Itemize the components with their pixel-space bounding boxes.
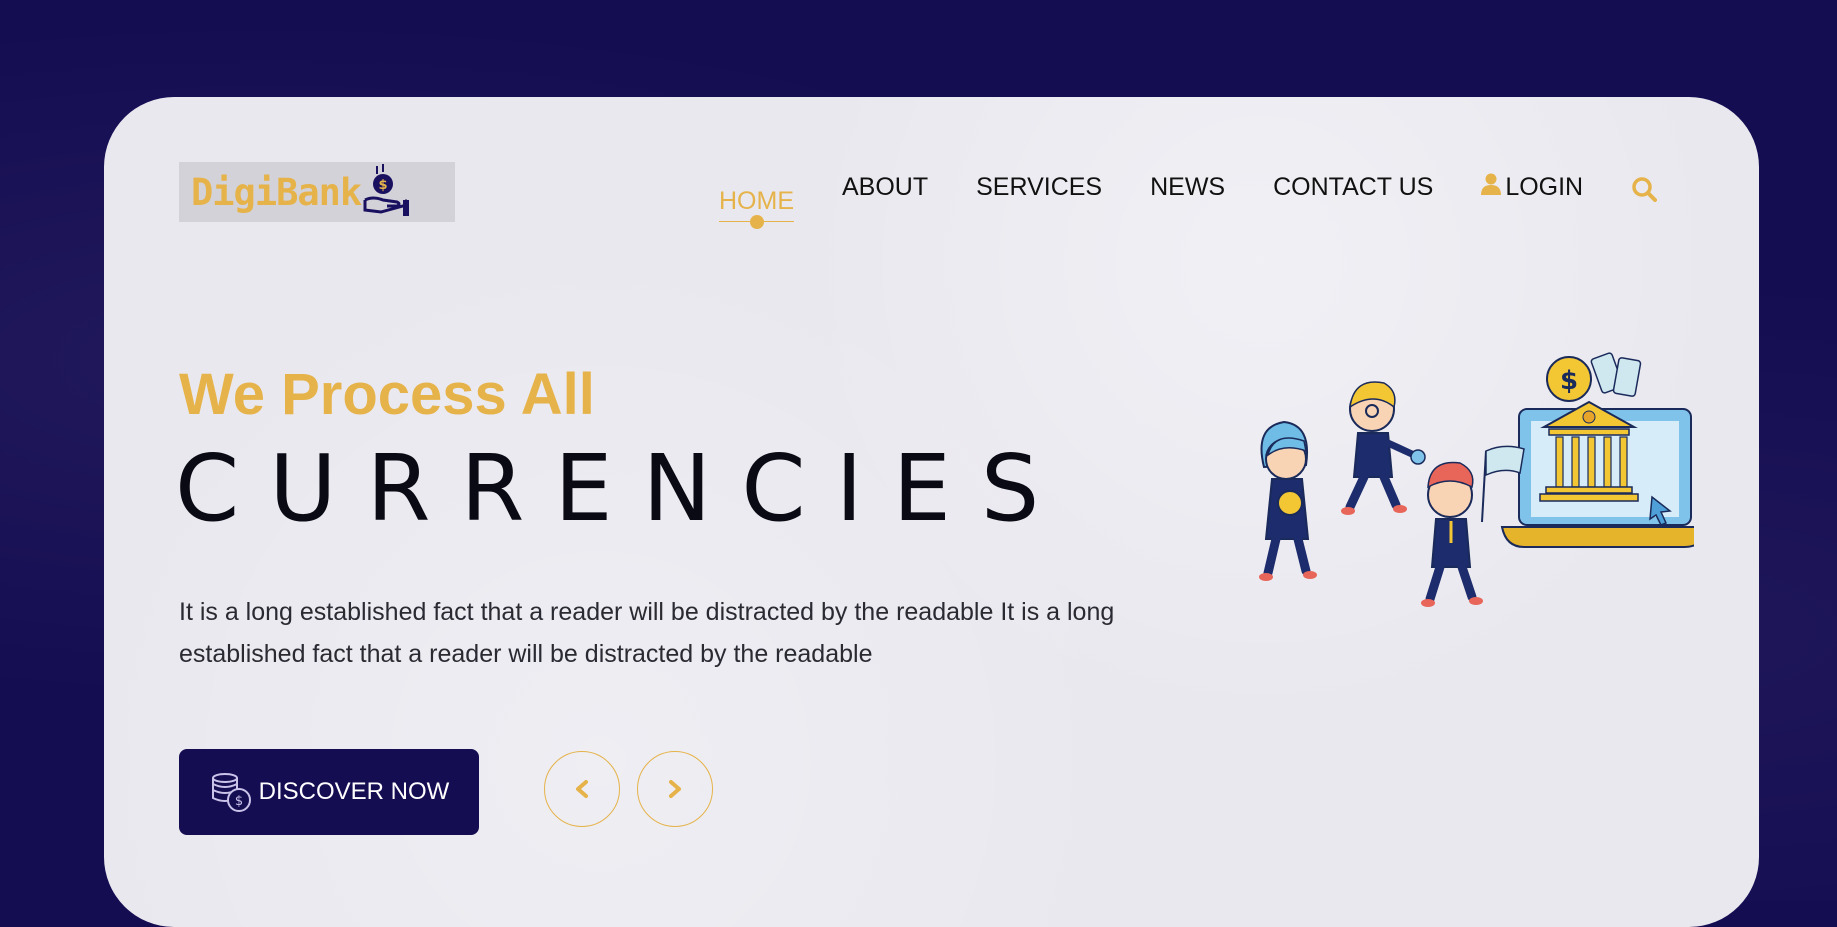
nav-active-dot	[749, 215, 764, 229]
nav-home[interactable]: HOME	[719, 187, 794, 229]
nav-services[interactable]: SERVICES	[976, 173, 1102, 202]
hand-coin-icon: $	[363, 162, 415, 223]
logo[interactable]: DigiBank $	[179, 162, 455, 222]
hero-subtitle: We Process All	[179, 362, 595, 427]
svg-text:$: $	[235, 794, 243, 809]
nav-news[interactable]: NEWS	[1150, 173, 1225, 202]
coins-icon: $	[211, 773, 251, 812]
svg-text:$: $	[379, 178, 388, 193]
main-nav: HOME ABOUT SERVICES NEWS CONTACT US LOGI…	[719, 173, 1705, 233]
login-label: LOGIN	[1505, 173, 1584, 201]
hero-card: DigiBank $ HOME ABOUT SERVICES NEWS CONT…	[104, 97, 1759, 927]
prev-slide-button[interactable]	[544, 751, 620, 827]
discover-now-button[interactable]: $ DISCOVER NOW	[179, 749, 479, 835]
hero-description: It is a long established fact that a rea…	[179, 598, 1115, 668]
nav-home-label: HOME	[719, 187, 794, 215]
next-slide-button[interactable]	[637, 751, 713, 827]
banking-illustration: $	[1259, 352, 1694, 607]
logo-text: DigiBank	[191, 170, 362, 214]
search-icon[interactable]	[1631, 176, 1658, 209]
chevron-right-icon	[669, 780, 681, 798]
nav-contact-us[interactable]: CONTACT US	[1273, 173, 1433, 202]
svg-text:$: $	[1560, 366, 1578, 396]
discover-now-label: DISCOVER NOW	[258, 778, 450, 805]
user-icon	[1481, 173, 1502, 202]
chevron-left-icon	[576, 780, 588, 798]
nav-about[interactable]: ABOUT	[842, 173, 928, 202]
hero-title: CURRENCIES	[175, 435, 1070, 542]
login-link[interactable]: LOGIN	[1481, 173, 1583, 202]
